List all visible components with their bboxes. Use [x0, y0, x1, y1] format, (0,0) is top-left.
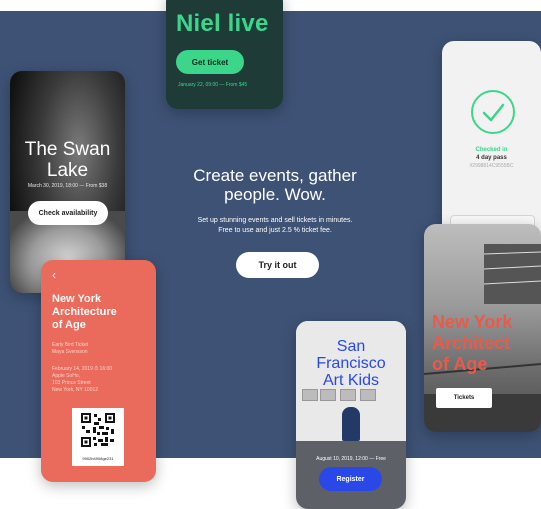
event-title: New York Architecture of Age — [52, 293, 117, 331]
back-chevron-icon[interactable]: ‹ — [52, 268, 56, 282]
event-card-ny-architect[interactable]: New York Architect of Age Tickets — [424, 224, 541, 432]
artwork — [320, 389, 336, 401]
event-meta: March 30, 2019, 18:00 — From $38 — [27, 183, 108, 189]
artwork — [340, 389, 356, 401]
event-card-sf-art-kids[interactable]: San Francisco Art Kids August 10, 2019, … — [296, 321, 406, 509]
checked-in-card[interactable]: Checked in 4 day pass #2998814C9555BC Se… — [442, 41, 541, 249]
check-availability-button[interactable]: Check availability — [28, 201, 108, 225]
tickets-button[interactable]: Tickets — [436, 388, 492, 408]
try-it-out-button[interactable]: Try it out — [236, 252, 319, 278]
event-card-niel-live[interactable]: Niel live Get ticket January 22, 09:00 —… — [166, 0, 283, 109]
event-title: The Swan Lake — [24, 139, 111, 181]
qr-code: 9902b4908ge231 — [72, 408, 124, 466]
get-ticket-button[interactable]: Get ticket — [176, 50, 244, 74]
event-title: Niel live — [176, 10, 269, 37]
hero-headline: Create events, gather people. Wow. — [193, 166, 357, 204]
event-title: New York Architect of Age — [432, 312, 513, 374]
child-figure — [342, 407, 360, 441]
event-meta: August 10, 2019, 12:00 — Free — [316, 456, 386, 462]
pass-code: #2998814C9555BC — [469, 163, 514, 169]
check-icon — [471, 90, 515, 134]
hero-subtext: Set up stunning events and sell tickets … — [197, 217, 353, 234]
artwork — [302, 389, 318, 401]
qr-code-icon — [81, 413, 115, 447]
ticket-details: Early Bird Ticket Maya Svensson — [52, 342, 89, 355]
ticket-venue: February 14, 2019 ⏱ 16:00 Apple SoHo, 10… — [52, 366, 113, 393]
checked-in-status: Checked in — [475, 147, 508, 153]
ticket-card-ny-architecture[interactable]: ‹ New York Architecture of Age Early Bir… — [41, 260, 156, 482]
pass-type: 4 day pass — [476, 155, 507, 161]
qr-code-text: 9902b4908ge231 — [82, 456, 114, 461]
event-meta: January 22, 09:00 — From $45 — [178, 82, 248, 88]
event-title: San Francisco Art Kids — [316, 338, 386, 389]
register-button[interactable]: Register — [319, 467, 382, 491]
artwork — [360, 389, 376, 401]
